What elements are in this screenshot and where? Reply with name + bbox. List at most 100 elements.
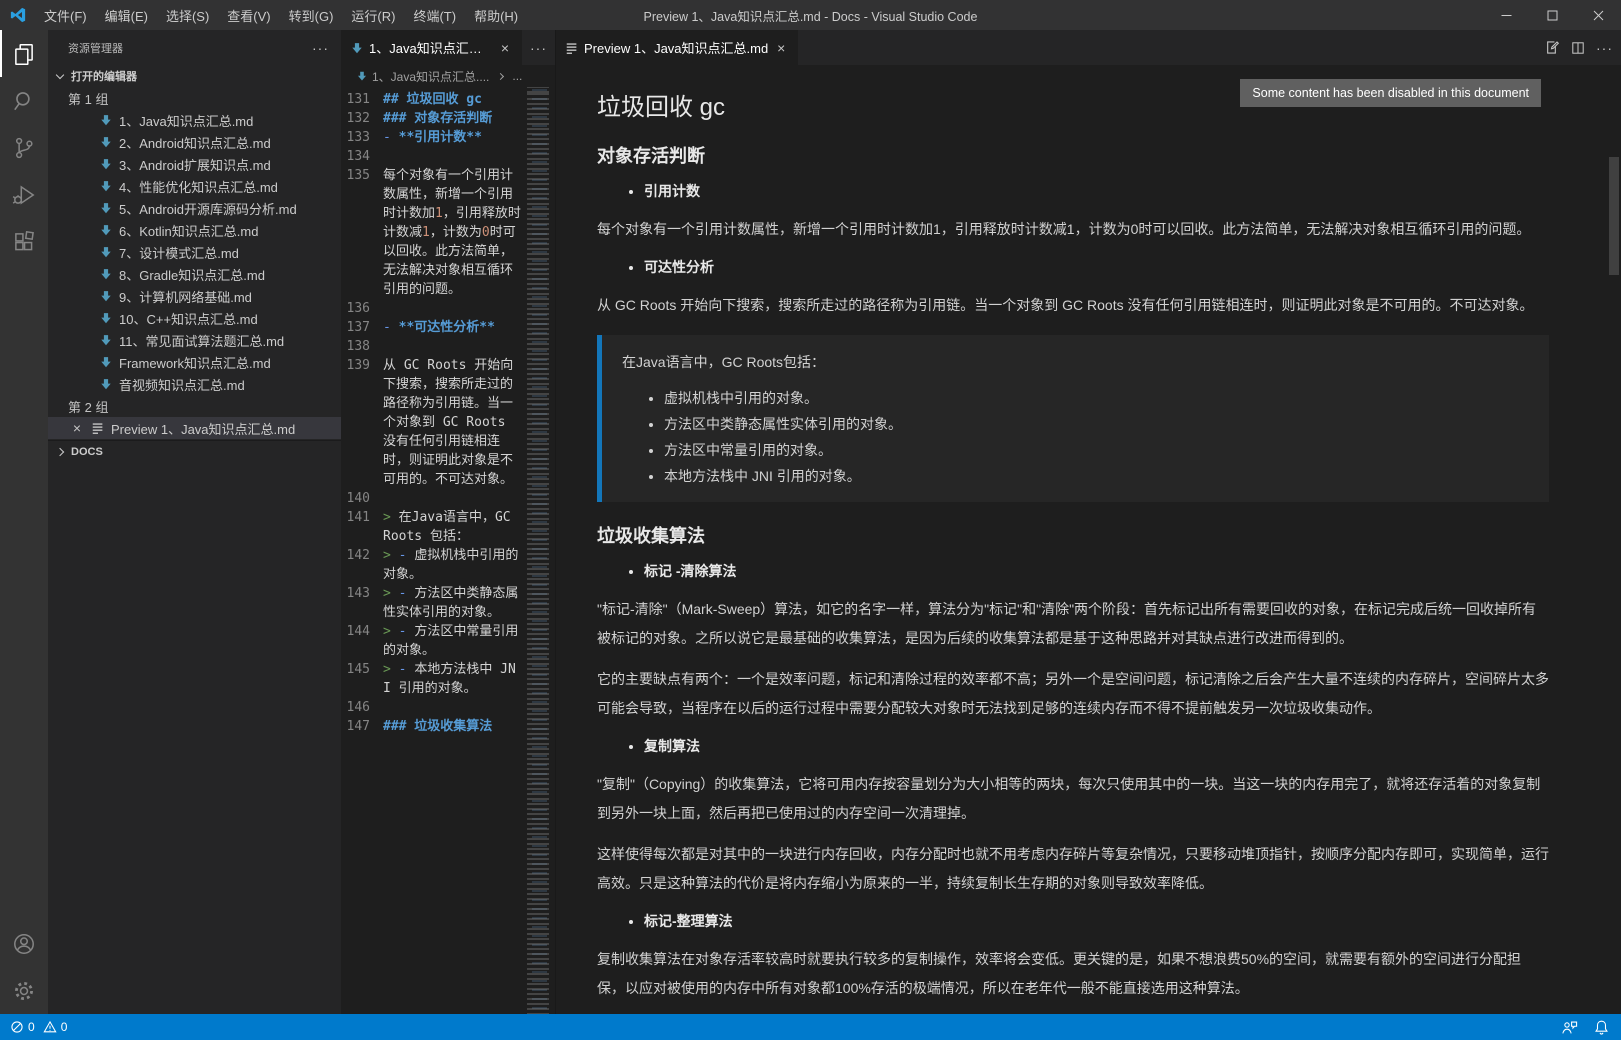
line-number: 132	[341, 109, 383, 128]
open-editor-item-12[interactable]: 音视频知识点汇总.md	[48, 373, 341, 395]
markdown-file-icon	[99, 267, 113, 281]
code-lines: 131## 垃圾回收 gc132### 对象存活判断133- **引用计数**1…	[341, 87, 525, 1014]
preview-more-actions-icon[interactable]: ···	[1596, 40, 1613, 56]
preview-scrollbar[interactable]	[1609, 157, 1619, 275]
activity-bar	[0, 30, 48, 1014]
code-line-145: 145> - 本地方法栈中 JNI 引用的对象。	[341, 660, 525, 698]
markdown-file-icon	[99, 201, 113, 215]
md-paragraph: 每个对象有一个引用计数属性，新增一个引用时计数加1，引用释放时计数减1，计数为0…	[597, 215, 1549, 244]
window-controls	[1483, 0, 1621, 30]
sidebar-section-docs[interactable]: DOCS	[48, 440, 341, 462]
line-number: 138	[341, 337, 383, 356]
markdown-preview-icon	[565, 41, 579, 55]
code-line-134: 134	[341, 147, 525, 166]
line-content	[383, 299, 525, 318]
explorer-icon[interactable]	[0, 30, 48, 77]
account-icon[interactable]	[0, 920, 48, 967]
line-content: ### 垃圾收集算法	[383, 717, 525, 736]
open-editor-item-preview[interactable]: × Preview 1、Java知识点汇总.md	[48, 417, 341, 439]
settings-gear-icon[interactable]	[0, 967, 48, 1014]
open-editor-item-4[interactable]: 5、Android开源库源码分析.md	[48, 197, 341, 219]
open-editor-item-8[interactable]: 9、计算机网络基础.md	[48, 285, 341, 307]
md-list: 引用计数	[597, 181, 1549, 202]
minimize-button[interactable]	[1483, 0, 1529, 30]
code-line-139: 139从 GC Roots 开始向下搜索，搜索所走过的路径称为引用链。当一个对象…	[341, 356, 525, 489]
file-label: 3、Android扩展知识点.md	[119, 155, 271, 174]
code-line-133: 133- **引用计数**	[341, 128, 525, 147]
md-paragraph: 复制收集算法在对象存活率较高时就要执行较多的复制操作，效率将会变低。更关键的是，…	[597, 945, 1549, 1003]
open-editor-item-0[interactable]: 1、Java知识点汇总.md	[48, 109, 341, 131]
close-window-button[interactable]	[1575, 0, 1621, 30]
editor-group2-label: 第 2 组	[48, 395, 341, 417]
breadcrumb[interactable]: 1、Java知识点汇总.... ...	[341, 65, 555, 87]
line-content	[383, 337, 525, 356]
problems-indicator[interactable]: 0 0	[10, 1020, 67, 1034]
split-editor-icon[interactable]	[1570, 40, 1586, 56]
menu-item-7[interactable]: 帮助(H)	[465, 0, 527, 30]
open-editors-header[interactable]: 打开的编辑器	[48, 65, 341, 87]
md-blockquote-lead: 在Java语言中，GC Roots包括：	[622, 349, 1529, 375]
open-editor-item-3[interactable]: 4、性能优化知识点汇总.md	[48, 175, 341, 197]
preview-item-label: Preview 1、Java知识点汇总.md	[111, 419, 295, 438]
menu-item-6[interactable]: 终端(T)	[404, 0, 465, 30]
line-number: 136	[341, 299, 383, 318]
maximize-button[interactable]	[1529, 0, 1575, 30]
open-editor-item-5[interactable]: 6、Kotlin知识点汇总.md	[48, 219, 341, 241]
file-label: 8、Gradle知识点汇总.md	[119, 265, 265, 284]
line-content: ## 垃圾回收 gc	[383, 90, 525, 109]
open-editor-item-6[interactable]: 7、设计模式汇总.md	[48, 241, 341, 263]
line-content: ### 对象存活判断	[383, 109, 525, 128]
md-blockquote-item: 方法区中常量引用的对象。	[664, 437, 1529, 463]
file-label: 11、常见面试算法题汇总.md	[119, 331, 284, 350]
line-number: 133	[341, 128, 383, 147]
status-bar: 0 0	[0, 1014, 1621, 1040]
menu-item-1[interactable]: 编辑(E)	[96, 0, 157, 30]
minimap[interactable]	[525, 87, 555, 1014]
markdown-preview-pane[interactable]: Some content has been disabled in this d…	[556, 65, 1621, 1014]
line-content: - **可达性分析**	[383, 318, 525, 337]
markdown-file-icon	[350, 41, 364, 55]
editor-more-actions-icon[interactable]: ···	[530, 40, 547, 56]
tab-java-md-source[interactable]: 1、Java知识点汇总.md ×	[341, 30, 522, 65]
close-icon[interactable]: ×	[773, 40, 789, 56]
open-editors-list: 1、Java知识点汇总.md2、Android知识点汇总.md 3、Android…	[48, 109, 341, 395]
code-editor[interactable]: 131## 垃圾回收 gc132### 对象存活判断133- **引用计数**1…	[341, 87, 555, 1014]
open-editor-item-9[interactable]: 10、C++知识点汇总.md	[48, 307, 341, 329]
source-control-icon[interactable]	[0, 124, 48, 171]
line-content: > - 本地方法栈中 JNI 引用的对象。	[383, 660, 525, 698]
sidebar-more-actions-icon[interactable]: ···	[312, 40, 329, 56]
feedback-icon[interactable]	[1561, 1020, 1578, 1035]
open-editor-item-1[interactable]: 2、Android知识点汇总.md	[48, 131, 341, 153]
run-debug-icon[interactable]	[0, 171, 48, 218]
open-editor-item-7[interactable]: 8、Gradle知识点汇总.md	[48, 263, 341, 285]
menu-item-0[interactable]: 文件(F)	[35, 0, 96, 30]
line-number: 140	[341, 489, 383, 508]
menu-item-5[interactable]: 运行(R)	[342, 0, 404, 30]
menu-item-2[interactable]: 选择(S)	[157, 0, 218, 30]
line-content: 从 GC Roots 开始向下搜索，搜索所走过的路径称为引用链。当一个对象到 G…	[383, 356, 525, 489]
extensions-icon[interactable]	[0, 218, 48, 265]
content-disabled-notification: Some content has been disabled in this d…	[1240, 79, 1541, 107]
search-icon[interactable]	[0, 77, 48, 124]
tab-java-md-preview[interactable]: Preview 1、Java知识点汇总.md ×	[556, 30, 798, 65]
line-number: 135	[341, 166, 383, 299]
line-number: 144	[341, 622, 383, 660]
markdown-file-icon	[356, 70, 368, 82]
menu-bar: 文件(F)编辑(E)选择(S)查看(V)转到(G)运行(R)终端(T)帮助(H)	[35, 0, 527, 30]
editor-group-preview: Preview 1、Java知识点汇总.md × ··· Some conten…	[555, 30, 1621, 1014]
line-content: > - 虚拟机栈中引用的对象。	[383, 546, 525, 584]
line-content	[383, 147, 525, 166]
line-content: > - 方法区中类静态属性实体引用的对象。	[383, 584, 525, 622]
notifications-bell-icon[interactable]	[1594, 1019, 1609, 1035]
open-source-icon[interactable]	[1543, 39, 1560, 56]
code-line-146: 146	[341, 698, 525, 717]
code-line-131: 131## 垃圾回收 gc	[341, 90, 525, 109]
menu-item-3[interactable]: 查看(V)	[218, 0, 279, 30]
open-editor-item-2[interactable]: 3、Android扩展知识点.md	[48, 153, 341, 175]
open-editor-item-10[interactable]: 11、常见面试算法题汇总.md	[48, 329, 341, 351]
menu-item-4[interactable]: 转到(G)	[280, 0, 343, 30]
file-label: 9、计算机网络基础.md	[119, 287, 252, 306]
open-editor-item-11[interactable]: Framework知识点汇总.md	[48, 351, 341, 373]
close-icon[interactable]: ×	[497, 40, 513, 56]
close-icon[interactable]: ×	[69, 420, 85, 436]
